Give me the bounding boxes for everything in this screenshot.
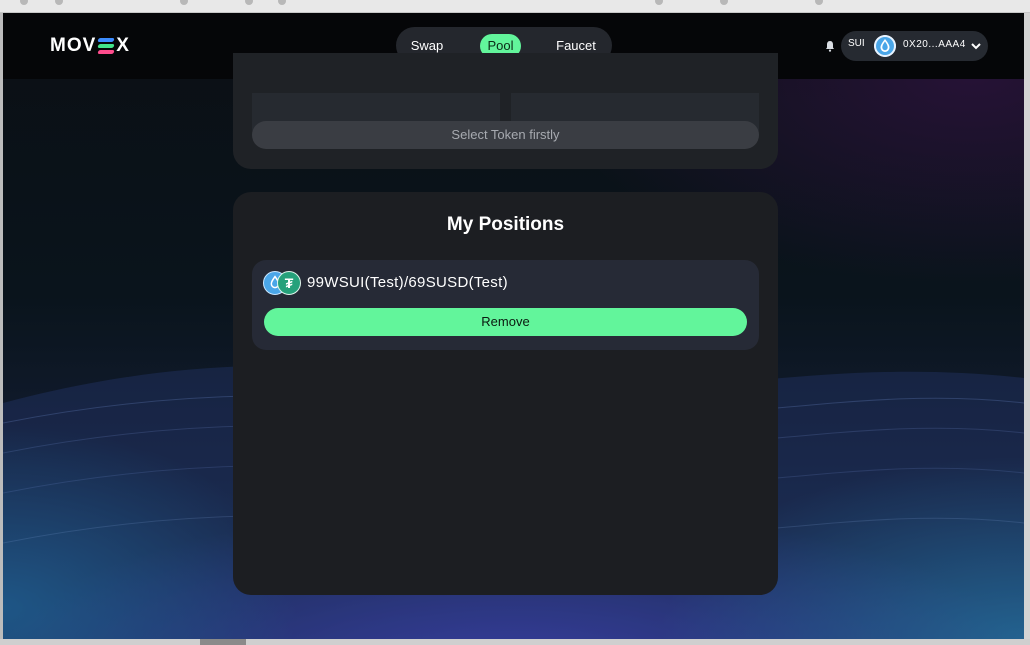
- browser-icon: [245, 0, 253, 5]
- logo-text-left: MOV: [50, 35, 97, 56]
- browser-icon: [815, 0, 823, 5]
- wallet-address: 0X20...AAA4: [903, 39, 966, 50]
- browser-icon: [55, 0, 63, 5]
- browser-icon: [720, 0, 728, 5]
- browser-icon: [655, 0, 663, 5]
- browser-icon: [180, 0, 188, 5]
- positions-title: My Positions: [446, 214, 565, 235]
- movex-logo[interactable]: MOV X: [50, 33, 130, 59]
- notification-bell-icon[interactable]: [825, 40, 835, 52]
- position-pair-label: 99WSUI(Test)/69SUSD(Test): [307, 274, 508, 291]
- browser-top-strip: [0, 0, 1030, 13]
- tether-token-icon: ₮: [277, 271, 301, 295]
- wallet-button[interactable]: SUI 0X20...AAA4: [841, 31, 988, 61]
- position-item: ₮ 99WSUI(Test)/69SUSD(Test) Remove: [252, 260, 759, 350]
- right-scrollbar[interactable]: [1024, 13, 1030, 639]
- select-token-button[interactable]: Select Token firstly: [252, 121, 759, 149]
- app-viewport: MOV X Swap Pool Faucet SUI 0X20...AAA4 S…: [3, 13, 1024, 639]
- my-positions-card: My Positions ₮ 99WSUI(Test)/69SUSD(Test)…: [233, 192, 778, 595]
- network-label: SUI: [848, 38, 865, 49]
- chevron-down-icon: [971, 43, 981, 50]
- logo-mark-icon: [97, 36, 116, 56]
- browser-icon: [278, 0, 286, 5]
- add-liquidity-card: Select Token firstly: [233, 53, 778, 169]
- sui-avatar-icon: [874, 35, 896, 57]
- remove-position-button[interactable]: Remove: [264, 308, 747, 336]
- scrollbar-thumb[interactable]: [200, 639, 246, 645]
- browser-icon: [20, 0, 28, 5]
- horizontal-scrollbar[interactable]: [0, 639, 1030, 645]
- logo-text-right: X: [116, 35, 130, 56]
